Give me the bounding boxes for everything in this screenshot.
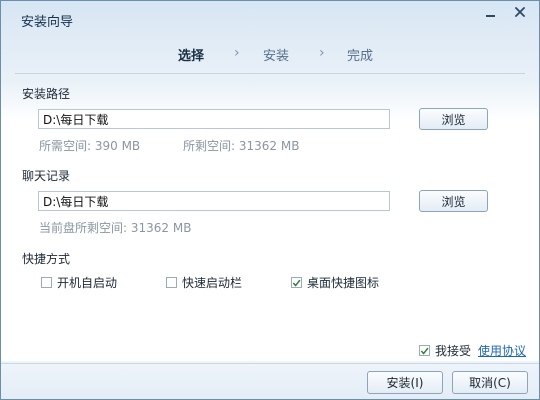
current-disk-free-space-text: 当前盘所剩空间: 31362 MB — [39, 221, 192, 235]
checkbox-box[interactable] — [41, 277, 52, 288]
checkbox-label: 开机自启动 — [57, 276, 118, 290]
checkbox-box[interactable] — [291, 277, 302, 288]
browse-button-label: 浏览 — [441, 112, 466, 127]
free-space-text: 所剩空间: 31362 MB — [183, 139, 300, 153]
checkmark-icon — [292, 279, 301, 287]
step-finish: 完成 — [347, 49, 374, 64]
shortcuts-label: 快捷方式 — [22, 252, 71, 266]
checkbox-box[interactable] — [166, 277, 177, 288]
chat-history-browse-button[interactable]: 浏览 — [419, 190, 488, 212]
cancel-button[interactable]: 取消(C) — [452, 371, 528, 394]
browse-button-label: 浏览 — [441, 194, 466, 209]
install-button-label: 安装(I) — [386, 376, 424, 390]
installer-window: 安装向导 选择 › 安装 › 完成 安装路径 浏览 所需空间: 390 MB 所… — [0, 0, 540, 400]
close-icon — [515, 7, 525, 17]
close-button[interactable] — [507, 3, 533, 21]
install-path-browse-button[interactable]: 浏览 — [419, 108, 488, 130]
install-path-input[interactable] — [38, 109, 390, 129]
chevron-right-icon: › — [234, 45, 240, 61]
title-bar: 安装向导 — [1, 1, 539, 35]
chat-history-label: 聊天记录 — [22, 169, 71, 183]
checkbox-label: 桌面快捷图标 — [307, 276, 380, 290]
step-indicator: 选择 › 安装 › 完成 — [1, 45, 539, 65]
footer-divider — [1, 363, 539, 364]
user-agreement-link[interactable]: 使用协议 — [478, 342, 526, 359]
shortcut-quicklaunch-checkbox[interactable]: 快速启动栏 — [166, 274, 242, 291]
cancel-button-label: 取消(C) — [469, 376, 511, 390]
checkbox-label: 快速启动栏 — [182, 276, 243, 290]
shortcut-desktop-checkbox[interactable]: 桌面快捷图标 — [291, 274, 379, 291]
window-title: 安装向导 — [21, 15, 74, 30]
checkbox-label: 我接受 — [435, 344, 472, 358]
shortcut-startup-checkbox[interactable]: 开机自启动 — [41, 274, 117, 291]
minimize-icon — [485, 14, 495, 17]
install-button[interactable]: 安装(I) — [367, 371, 443, 394]
step-select: 选择 — [178, 49, 205, 64]
step-install: 安装 — [263, 49, 290, 64]
chevron-right-icon: › — [319, 45, 325, 61]
accept-agreement-checkbox[interactable]: 我接受 — [419, 342, 471, 359]
checkbox-box[interactable] — [419, 345, 430, 356]
checkmark-icon — [420, 347, 429, 355]
required-space-text: 所需空间: 390 MB — [39, 139, 141, 153]
divider — [15, 73, 525, 74]
install-path-label: 安装路径 — [22, 87, 71, 101]
minimize-button[interactable] — [477, 3, 503, 21]
chat-history-input[interactable] — [38, 191, 390, 211]
